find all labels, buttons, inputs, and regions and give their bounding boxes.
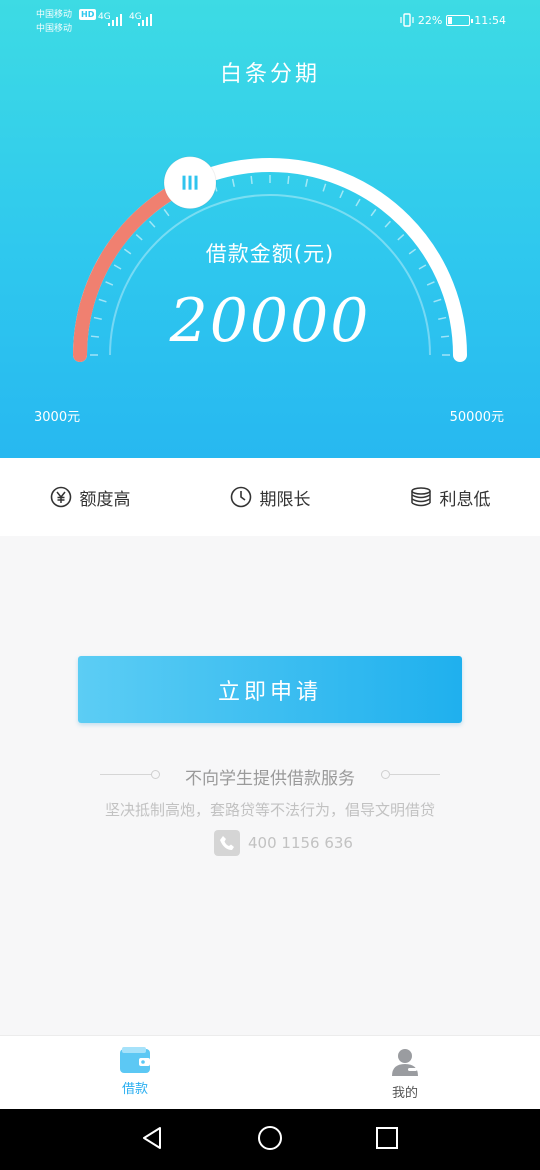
- feature-low-interest: 利息低: [410, 485, 491, 510]
- gauge-tick: [370, 208, 377, 217]
- user-icon: [392, 1049, 418, 1076]
- tab-mine-label: 我的: [391, 1086, 418, 1101]
- gauge-tick: [305, 178, 309, 187]
- feature-label: 额度高: [79, 489, 131, 510]
- handle-grip-icon: [182, 175, 198, 190]
- bottom-tab-bar: 借款 我的: [0, 1035, 540, 1110]
- gauge-tick: [339, 190, 344, 199]
- gauge-min-label: 3000元: [34, 410, 81, 425]
- gauge-tick: [105, 281, 114, 286]
- back-icon[interactable]: [140, 1125, 166, 1155]
- gauge-tick: [250, 175, 253, 185]
- wallet-icon: [120, 1047, 150, 1073]
- amount-gauge[interactable]: [0, 0, 540, 458]
- gauge-tick: [287, 175, 290, 185]
- coins-icon: [410, 487, 431, 507]
- gauge-tick: [426, 281, 435, 286]
- loan-amount-value: 20000: [169, 286, 371, 356]
- gauge-slider-handle[interactable]: [163, 156, 217, 210]
- gauge-tick: [322, 183, 327, 192]
- phone-icon: [214, 830, 240, 856]
- service-hotline[interactable]: 400 1156 636: [214, 830, 353, 856]
- gauge-tick: [384, 220, 392, 228]
- student-notice: 不向学生提供借款服务: [100, 764, 440, 789]
- gauge-tick: [231, 178, 235, 187]
- feature-long-term: 期限长: [230, 485, 311, 510]
- clock-icon: [230, 486, 251, 508]
- gauge-max-label: 50000元: [449, 410, 504, 425]
- tab-loan[interactable]: 借款: [0, 1036, 270, 1110]
- hotline-number: 400 1156 636: [248, 834, 353, 852]
- home-icon[interactable]: [256, 1124, 284, 1156]
- recents-icon[interactable]: [374, 1125, 400, 1155]
- feature-label: 利息低: [439, 489, 491, 510]
- feature-high-limit: 额度高: [50, 485, 131, 510]
- gauge-tick: [163, 208, 170, 217]
- apply-now-button[interactable]: 立即申请: [78, 656, 462, 723]
- handle-grip-bar: [188, 175, 192, 190]
- handle-grip-bar: [194, 175, 198, 190]
- hero-panel: 中国移动 中国移动 HD 4G 4G 22% 11:54 白条分期 借款金额(元…: [0, 0, 540, 458]
- tab-loan-label: 借款: [121, 1082, 148, 1097]
- system-nav-bar: [0, 1109, 540, 1170]
- handle-grip-bar: [182, 175, 186, 190]
- gauge-label: 借款金额(元): [205, 242, 335, 266]
- student-notice-text: 不向学生提供借款服务: [185, 769, 355, 789]
- gauge-tick: [148, 220, 156, 228]
- feature-strip: 额度高 期限长 利息低: [0, 458, 540, 536]
- tab-mine[interactable]: 我的: [270, 1036, 540, 1110]
- feature-label: 期限长: [259, 489, 311, 510]
- lending-policy-text: 坚决抵制高炮，套路贷等不法行为，倡导文明借贷: [104, 801, 435, 819]
- yen-icon: [50, 486, 71, 508]
- gauge-tick: [355, 198, 361, 207]
